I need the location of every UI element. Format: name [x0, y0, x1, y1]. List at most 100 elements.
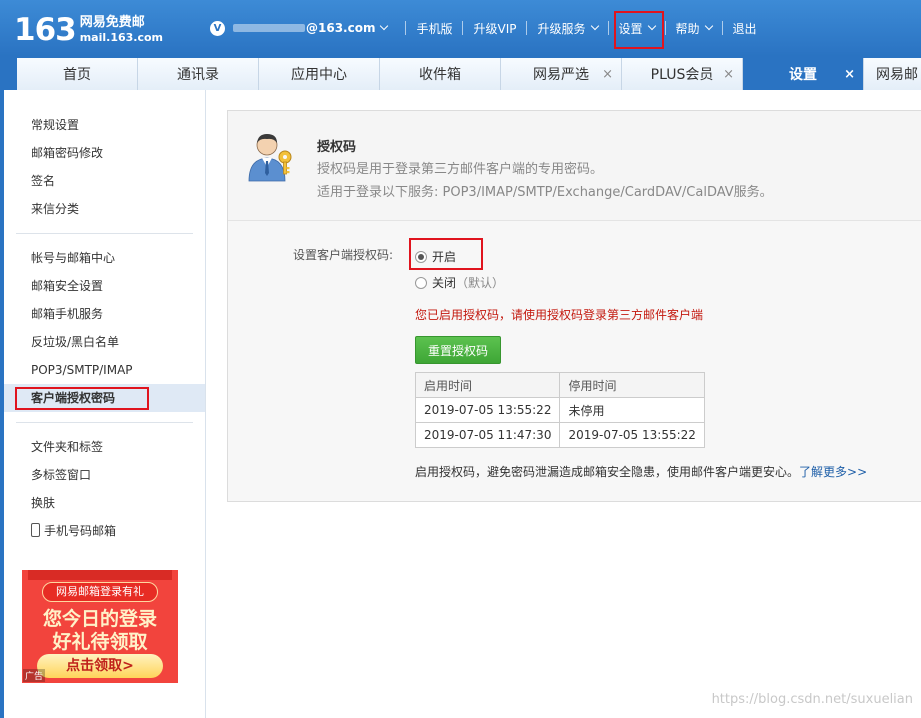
- promo-line2: 好礼待领取: [52, 631, 148, 653]
- menu-group-misc: 文件夹和标签 多标签窗口 换肤 手机号码邮箱: [4, 423, 205, 545]
- close-icon[interactable]: ×: [844, 67, 855, 82]
- nav-upgrade-service[interactable]: 升级服务: [537, 20, 599, 37]
- tab-label: 网易严选: [533, 67, 589, 83]
- tab-label: 通讯录: [177, 67, 219, 83]
- email-redacted-icon: [233, 24, 305, 32]
- radio-button-unchecked[interactable]: [415, 276, 427, 289]
- radio-disable-label: 关闭: [432, 276, 457, 290]
- radio-disable-note: （默认）: [456, 276, 505, 290]
- nav-divider: [664, 21, 666, 35]
- tab-yanxuan[interactable]: 网易严选 ×: [501, 58, 622, 90]
- enabled-notice: 您已启用授权码，请使用授权码登录第三方邮件客户端: [415, 308, 704, 322]
- nav-divider: [462, 21, 464, 35]
- column-header-disabled: 停用时间: [559, 372, 705, 398]
- settings-highlight-box: [614, 11, 664, 49]
- nav-help-label: 帮助: [675, 21, 700, 36]
- footer-text: 启用授权码，避免密码泄漏造成邮箱安全隐患，使用邮件客户端更安心。: [415, 465, 800, 479]
- auth-code-field-label: 设置客户端授权码:: [293, 248, 394, 262]
- footer-note: 启用授权码，避免密码泄漏造成邮箱安全隐患，使用邮件客户端更安心。了解更多>>: [415, 463, 867, 480]
- auth-code-panel: 授权码 授权码是用于登录第三方邮件客户端的专用密码。 适用于登录以下服务: PO…: [227, 110, 921, 502]
- tab-contacts[interactable]: 通讯录: [138, 58, 259, 90]
- sidebar-item-skin[interactable]: 换肤: [4, 489, 205, 517]
- tab-plus[interactable]: PLUS会员 ×: [622, 58, 743, 90]
- sidebar-item-password[interactable]: 邮箱密码修改: [4, 139, 205, 167]
- tab-inbox[interactable]: 收件箱: [380, 58, 501, 90]
- nav-divider: [405, 21, 407, 35]
- auth-code-highlight-box: [15, 387, 149, 410]
- sidebar-item-filters[interactable]: 来信分类: [4, 195, 205, 223]
- close-icon[interactable]: ×: [723, 67, 734, 82]
- settings-sidebar: 常规设置 邮箱密码修改 签名 来信分类 帐号与邮箱中心 邮箱安全设置 邮箱手机服…: [4, 90, 206, 718]
- chevron-down-icon: [380, 21, 389, 31]
- sidebar-item-general[interactable]: 常规设置: [4, 111, 205, 139]
- sidebar-item-label: 手机号码邮箱: [44, 524, 117, 538]
- tab-home[interactable]: 首页: [17, 58, 138, 90]
- panel-header: 授权码 授权码是用于登录第三方邮件客户端的专用密码。 适用于登录以下服务: PO…: [228, 111, 921, 221]
- tab-app-center[interactable]: 应用中心: [259, 58, 380, 90]
- nav-divider: [526, 21, 528, 35]
- tab-settings[interactable]: 设置 ×: [743, 58, 864, 90]
- menu-group-general: 常规设置 邮箱密码修改 签名 来信分类: [4, 90, 205, 223]
- learn-more-link[interactable]: 了解更多>>: [799, 465, 867, 479]
- promo-claim-button[interactable]: 点击领取>: [37, 654, 163, 678]
- tab-label: 收件箱: [419, 67, 461, 83]
- sidebar-item-signature[interactable]: 签名: [4, 167, 205, 195]
- menu-group-account: 帐号与邮箱中心 邮箱安全设置 邮箱手机服务 反垃圾/黑白名单 POP3/SMTP…: [4, 234, 205, 412]
- table-cell: 未停用: [559, 397, 705, 423]
- nav-help[interactable]: 帮助: [675, 20, 713, 37]
- panel-title: 授权码: [317, 140, 357, 155]
- tab-label: 应用中心: [291, 67, 347, 83]
- column-header-enabled: 启用时间: [414, 372, 561, 398]
- user-key-icon: [248, 134, 292, 182]
- logo-cn: 网易免费邮: [79, 15, 145, 30]
- nav-mobile[interactable]: 手机版: [416, 20, 452, 37]
- nav-upgrade-service-label: 升级服务: [537, 21, 586, 36]
- table-row: 2019-07-05 13:55:22 未停用: [414, 397, 705, 423]
- panel-desc-1: 授权码是用于登录第三方邮件客户端的专用密码。: [317, 162, 604, 177]
- panel-desc-2: 适用于登录以下服务: POP3/IMAP/SMTP/Exchange/CardD…: [317, 185, 773, 200]
- sidebar-item-pop3[interactable]: POP3/SMTP/IMAP: [4, 356, 205, 384]
- tab-label: 网易邮: [876, 67, 918, 83]
- user-area: V @163.com 手机版 升级VIP 升级服务 设置 帮助 退出: [210, 19, 757, 37]
- tab-label: PLUS会员: [650, 67, 714, 83]
- mail-logo[interactable]: 163 网易免费邮 mail.163.com: [14, 12, 163, 48]
- top-header: 163 网易免费邮 mail.163.com V @163.com 手机版 升级…: [0, 0, 921, 56]
- promo-ribbon: [28, 570, 172, 580]
- sidebar-item-mobile-service[interactable]: 邮箱手机服务: [4, 300, 205, 328]
- table-cell: 2019-07-05 13:55:22: [414, 397, 561, 423]
- watermark: https://blog.csdn.net/suxuelian: [711, 692, 913, 707]
- tab-bar: 首页 通讯录 应用中心 收件箱 网易严选 × PLUS会员 × 设置 × 网易邮: [0, 56, 921, 90]
- sidebar-item-phone-mailbox[interactable]: 手机号码邮箱: [4, 517, 205, 545]
- sidebar-item-auth-code[interactable]: 客户端授权密码: [4, 384, 205, 412]
- auth-code-history-table: 启用时间 停用时间 2019-07-05 13:55:22 未停用 2019-0…: [414, 372, 705, 448]
- sidebar-item-multitab[interactable]: 多标签窗口: [4, 461, 205, 489]
- nav-divider: [721, 21, 723, 35]
- chevron-down-icon: [590, 21, 599, 31]
- logo-en: mail.163.com: [79, 31, 164, 44]
- promo-banner[interactable]: 网易邮箱登录有礼 您今日的登录 好礼待领取 点击领取> 广告: [22, 570, 178, 683]
- sidebar-item-antispam[interactable]: 反垃圾/黑白名单: [4, 328, 205, 356]
- table-cell: 2019-07-05 13:55:22: [559, 422, 705, 448]
- tab-label: 设置: [789, 67, 817, 83]
- sidebar-item-security[interactable]: 邮箱安全设置: [4, 272, 205, 300]
- enable-highlight-box: [409, 238, 483, 270]
- nav-logout[interactable]: 退出: [733, 20, 757, 37]
- account-email[interactable]: @163.com: [233, 21, 389, 35]
- close-icon[interactable]: ×: [602, 67, 613, 82]
- table-row: 2019-07-05 11:47:30 2019-07-05 13:55:22: [414, 422, 705, 448]
- sidebar-item-account-center[interactable]: 帐号与邮箱中心: [4, 244, 205, 272]
- top-nav: 手机版 升级VIP 升级服务 设置 帮助 退出: [395, 20, 757, 37]
- table-header-row: 启用时间 停用时间: [414, 372, 705, 398]
- radio-disable[interactable]: 关闭 （默认）: [415, 274, 504, 291]
- table-cell: 2019-07-05 11:47:30: [414, 422, 561, 448]
- reset-auth-code-button[interactable]: 重置授权码: [415, 336, 501, 364]
- logo-number: 163: [14, 12, 77, 48]
- nav-upgrade-vip[interactable]: 升级VIP: [473, 20, 516, 37]
- tab-label: 首页: [63, 67, 91, 83]
- promo-pill: 网易邮箱登录有礼: [42, 582, 158, 602]
- nav-divider: [607, 21, 609, 35]
- chevron-down-icon: [704, 21, 713, 31]
- sidebar-item-folders[interactable]: 文件夹和标签: [4, 433, 205, 461]
- tab-netease-mail[interactable]: 网易邮: [864, 58, 921, 90]
- phone-icon: [31, 523, 40, 537]
